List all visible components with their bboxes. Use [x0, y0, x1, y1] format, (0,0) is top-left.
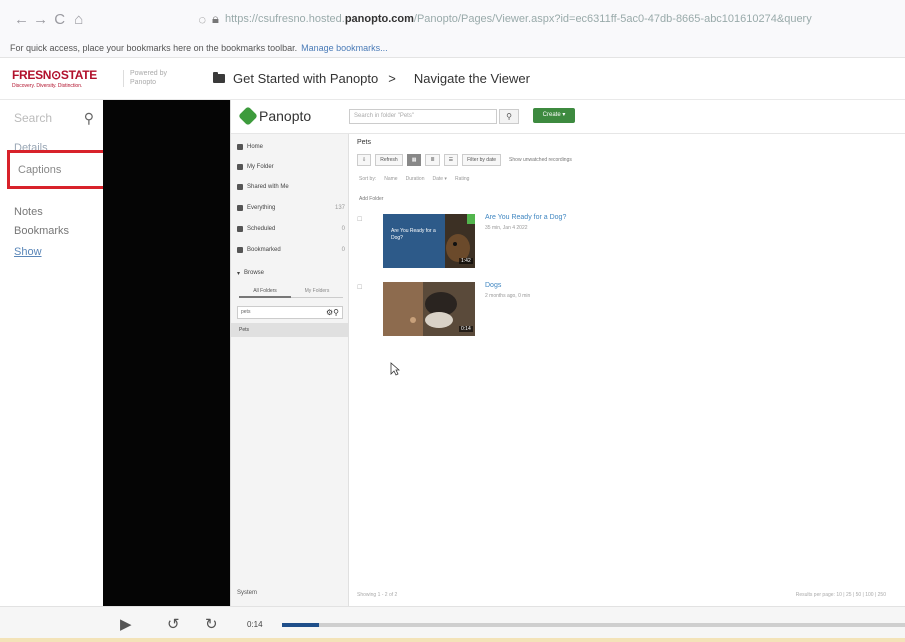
record-icon: [237, 226, 243, 232]
folder-content: Pets ⇩ Refresh ▦ ≣ ☰ Filter by date Show…: [349, 134, 905, 606]
powered-by-panopto: Powered by Panopto: [123, 70, 183, 87]
back-icon[interactable]: ←: [12, 6, 31, 32]
session-duration: 1:42: [459, 258, 473, 264]
thumbnail-caption: Are You Ready for a Dog?: [391, 228, 436, 241]
folder-title: Pets: [357, 139, 372, 146]
timecode: 0:14: [247, 620, 263, 629]
panopto-search-input[interactable]: Search in folder "Pets": [349, 109, 497, 124]
show-unwatched-toggle[interactable]: Show unwatched recordings: [509, 157, 572, 163]
session-meta: 35 min, Jan 4 2022: [485, 225, 528, 231]
chevron-down-icon: ▾: [237, 270, 241, 277]
browse-tabs: All Folders My Folders: [239, 284, 343, 298]
results-count: Showing 1 - 2 of 2: [357, 592, 398, 598]
panopto-header: Panopto Search in folder "Pets" ⚲ Create…: [231, 100, 905, 134]
rewind-icon[interactable]: ↺: [167, 615, 180, 633]
tab-notes[interactable]: Notes: [14, 206, 43, 218]
breadcrumb-session: Navigate the Viewer: [413, 71, 530, 86]
breadcrumb-folder[interactable]: Get Started with Panopto: [233, 71, 378, 86]
panopto-nav: Home My Folder Shared with Me Everything…: [231, 134, 349, 606]
nav-shared[interactable]: Shared with Me: [237, 180, 345, 194]
progress-track[interactable]: [282, 623, 905, 627]
sort-date[interactable]: Date ▾: [432, 176, 446, 182]
content-toolbar: ⇩ Refresh ▦ ≣ ☰ Filter by date Show unwa…: [357, 154, 572, 166]
session-checkbox[interactable]: ☐: [357, 284, 362, 291]
player-controls: ▶ ↺ ↻ 0:14: [0, 606, 905, 642]
primary-video-screen[interactable]: Panopto Search in folder "Pets" ⚲ Create…: [230, 100, 905, 606]
session-title[interactable]: Are You Ready for a Dog?: [485, 214, 566, 221]
folder-item-pets[interactable]: Pets: [231, 323, 348, 337]
sort-row: Sort by: Name Duration Date ▾ Rating: [359, 176, 470, 182]
play-icon[interactable]: ▶: [120, 615, 132, 633]
mouse-cursor-icon: [390, 362, 400, 376]
add-folder-button[interactable]: Add Folder: [359, 196, 383, 202]
show-link[interactable]: Show: [14, 246, 42, 258]
results-per-page[interactable]: Results per page: 10 | 25 | 50 | 100 | 2…: [796, 592, 886, 598]
detail-view-icon[interactable]: ≣: [425, 154, 440, 166]
download-icon[interactable]: ⇩: [357, 154, 372, 166]
tile-view-icon[interactable]: ▦: [406, 154, 422, 166]
bottom-strip: [0, 638, 905, 642]
sort-name[interactable]: Name: [384, 176, 397, 182]
session-item[interactable]: ☐ Are You Ready for a Dog? 1:42 Are You …: [357, 214, 783, 272]
sidebar-search-input[interactable]: Search ⚲: [14, 108, 94, 128]
session-duration: 0:14: [459, 326, 473, 332]
browser-toolbar: ← → C ⌂ ◌ 🔒︎ https://csufresno.hosted.pa…: [0, 0, 905, 38]
forward-icon[interactable]: →: [31, 6, 50, 32]
home-icon: [237, 144, 243, 150]
viewer-header: FRESN⊙STATE Discovery. Diversity. Distin…: [0, 58, 905, 100]
create-button[interactable]: Create ▾: [533, 108, 575, 123]
session-title[interactable]: Dogs: [485, 282, 501, 289]
tab-my-folders[interactable]: My Folders: [291, 284, 343, 298]
manage-bookmarks-link[interactable]: Manage bookmarks...: [301, 43, 388, 53]
bookmark-icon: [237, 247, 243, 253]
nav-system[interactable]: System: [237, 590, 257, 596]
folder-icon: [237, 164, 243, 170]
reload-icon[interactable]: C: [50, 6, 69, 32]
tab-captions-label: Captions: [18, 163, 62, 176]
refresh-button[interactable]: Refresh: [375, 154, 403, 166]
session-checkbox[interactable]: ☐: [357, 216, 362, 223]
url-text[interactable]: https://csufresno.hosted.panopto.com/Pan…: [225, 13, 905, 25]
lock-icon: 🔒︎: [212, 11, 219, 26]
viewer-page: ← → C ⌂ ◌ 🔒︎ https://csufresno.hosted.pa…: [0, 0, 905, 642]
share-icon: [237, 184, 243, 190]
filter-by-date-button[interactable]: Filter by date: [462, 154, 502, 166]
search-icon[interactable]: ⚲: [499, 109, 519, 124]
sort-rating[interactable]: Rating: [455, 176, 469, 182]
search-icon[interactable]: ⚲: [84, 110, 94, 127]
settings-search-icon[interactable]: ⚙⚲: [326, 308, 339, 317]
fast-forward-icon[interactable]: ↻: [205, 615, 218, 633]
tab-all-folders[interactable]: All Folders: [239, 284, 291, 298]
session-item[interactable]: ☐ 0:14 Dogs 2 months ago, 0 min: [357, 282, 783, 340]
secondary-video-panel[interactable]: [103, 100, 230, 606]
home-icon[interactable]: ⌂: [69, 6, 88, 32]
nav-scheduled[interactable]: Scheduled 0: [237, 222, 345, 236]
grid-icon: [237, 205, 243, 211]
folder-filter-input[interactable]: pets ⚙⚲: [237, 306, 343, 319]
breadcrumb-separator: >: [388, 71, 396, 86]
nav-my-folder[interactable]: My Folder: [237, 160, 345, 174]
address-bar[interactable]: ◌ 🔒︎ https://csufresno.hosted.panopto.co…: [198, 6, 905, 32]
sort-duration[interactable]: Duration: [406, 176, 425, 182]
fresno-state-logo[interactable]: FRESN⊙STATE Discovery. Diversity. Distin…: [12, 68, 107, 89]
nav-home[interactable]: Home: [237, 140, 345, 154]
panopto-leaf-icon: [238, 106, 258, 126]
nav-browse[interactable]: ▾ Browse: [237, 266, 345, 280]
tab-bookmarks[interactable]: Bookmarks: [14, 225, 69, 237]
list-view-icon[interactable]: ☰: [443, 154, 459, 166]
progress-fill: [282, 623, 320, 627]
nav-bookmarked[interactable]: Bookmarked 0: [237, 243, 345, 257]
session-meta: 2 months ago, 0 min: [485, 293, 531, 299]
shield-icon: ◌: [198, 11, 207, 27]
folder-icon: [213, 72, 225, 83]
bookmarks-toolbar: For quick access, place your bookmarks h…: [0, 38, 905, 58]
bookmarks-hint: For quick access, place your bookmarks h…: [10, 42, 298, 53]
nav-everything[interactable]: Everything 137: [237, 201, 345, 215]
panopto-logo: Panopto: [238, 106, 311, 126]
